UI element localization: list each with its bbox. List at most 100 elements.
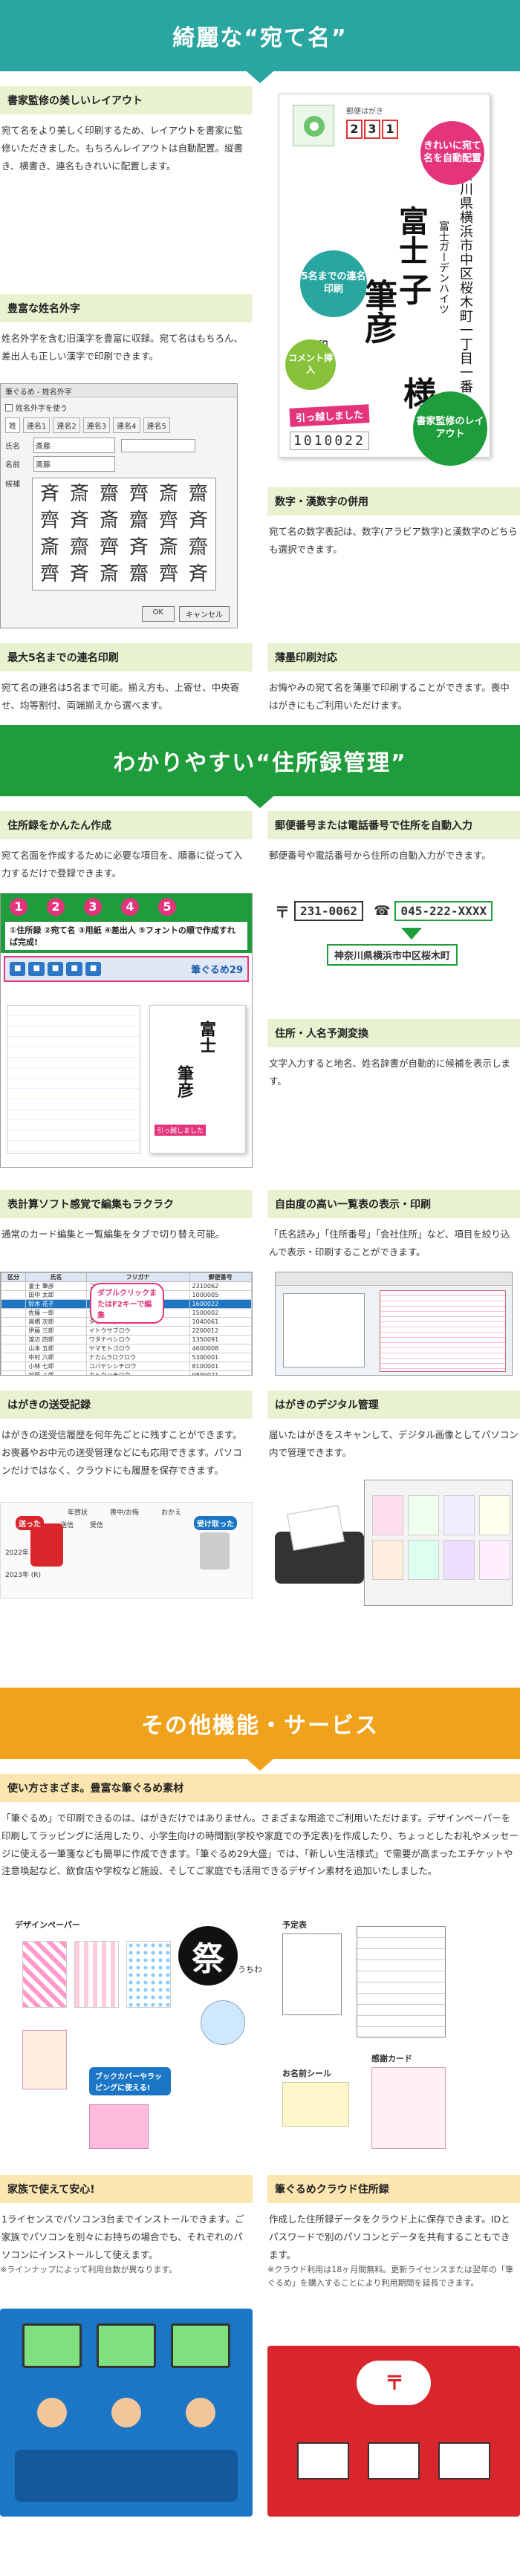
table-row[interactable]: 加藤 八郎 カトウハチロウ 9800021 — [1, 1370, 252, 1375]
table-cell[interactable]: 2200012 — [189, 1326, 252, 1336]
card-thumb[interactable] — [372, 1540, 403, 1580]
table-cell[interactable]: 1000005 — [189, 1290, 252, 1300]
toolbar-icon[interactable]: ■ — [28, 962, 45, 976]
tab-joint3[interactable]: 連名3 — [82, 417, 111, 433]
table-cell[interactable]: 山本 五郎 — [25, 1344, 87, 1353]
table-cell[interactable]: 1500002 — [189, 1308, 252, 1318]
kanji-candidate[interactable]: 斎 — [36, 535, 64, 560]
table-cell[interactable]: 高橋 次郎 — [25, 1317, 87, 1327]
kanji-candidate[interactable]: 斎 — [65, 481, 94, 507]
table-cell[interactable]: コバヤシシチロウ — [85, 1362, 190, 1371]
card-thumb[interactable] — [479, 1540, 510, 1580]
kanji-candidate[interactable]: 齋 — [125, 562, 153, 587]
table-row[interactable]: 中村 六郎 ナカムラロクロウ 5300001 — [1, 1353, 252, 1362]
kanji-candidate[interactable]: 齊 — [36, 562, 64, 587]
kanji-candidate[interactable]: 斎 — [95, 508, 123, 533]
table-cell[interactable]: 伊藤 三郎 — [25, 1326, 87, 1336]
table-cell[interactable]: 小林 七郎 — [25, 1362, 87, 1371]
table-cell[interactable]: 1600022 — [189, 1299, 252, 1309]
col-header[interactable]: 区分 — [1, 1272, 27, 1282]
step-5[interactable]: 5 — [158, 898, 176, 916]
table-cell[interactable]: 9800021 — [189, 1370, 252, 1375]
step-1[interactable]: 1 — [10, 898, 27, 916]
table-cell[interactable]: 2310062 — [189, 1281, 252, 1291]
tab-joint1[interactable]: 連名1 — [23, 417, 51, 433]
toolbar-icon[interactable]: ■ — [66, 962, 82, 976]
card-thumb[interactable] — [372, 1495, 403, 1535]
use-gaiji-checkbox[interactable] — [5, 403, 13, 412]
field1-input[interactable]: 斎藤 — [33, 438, 115, 453]
kanji-candidate[interactable]: 齋 — [184, 535, 212, 560]
table-cell[interactable]: 5300001 — [189, 1353, 252, 1362]
col-header[interactable]: フリガナ — [85, 1272, 190, 1282]
table-cell[interactable] — [1, 1335, 27, 1344]
cancel-button[interactable]: キャンセル — [179, 606, 230, 622]
table-cell[interactable]: ワタナベシロウ — [85, 1335, 190, 1344]
table-cell[interactable] — [1, 1317, 27, 1327]
table-cell[interactable]: 8100001 — [189, 1362, 252, 1371]
card-thumb[interactable] — [408, 1495, 439, 1535]
kanji-candidate[interactable]: 齊 — [155, 562, 183, 587]
step-3[interactable]: 3 — [84, 898, 102, 916]
table-cell[interactable]: 中村 六郎 — [25, 1353, 87, 1362]
table-cell[interactable]: ナカムラロクロウ — [85, 1353, 190, 1362]
kanji-candidate[interactable]: 齋 — [65, 535, 94, 560]
kanji-candidate[interactable]: 齊 — [95, 535, 123, 560]
card-thumb[interactable] — [443, 1540, 475, 1580]
table-cell[interactable]: 佐藤 一郎 — [25, 1308, 87, 1318]
tab-surname[interactable]: 姓 — [5, 417, 20, 433]
table-cell[interactable]: 富士 筆彦 — [25, 1281, 87, 1291]
step-4[interactable]: 4 — [121, 898, 139, 916]
table-cell[interactable]: 4600008 — [189, 1344, 252, 1353]
table-cell[interactable] — [1, 1290, 27, 1300]
kanji-candidate[interactable]: 斉 — [65, 562, 94, 587]
kanji-candidate[interactable]: 斉 — [184, 508, 212, 533]
kanji-candidate[interactable]: 斎 — [155, 535, 183, 560]
table-cell[interactable] — [1, 1362, 27, 1371]
kanji-candidate[interactable]: 齋 — [95, 481, 123, 507]
field2-input[interactable]: 斎藤 — [33, 456, 115, 472]
table-cell[interactable]: 1040061 — [189, 1317, 252, 1327]
kanji-candidate[interactable]: 齋 — [184, 481, 212, 507]
kanji-candidate[interactable]: 齊 — [155, 508, 183, 533]
table-cell[interactable] — [1, 1308, 27, 1318]
toolbar-icon[interactable]: ■ — [47, 962, 64, 976]
table-cell[interactable]: 田中 太郎 — [25, 1290, 87, 1300]
kanji-candidate[interactable]: 斎 — [155, 481, 183, 507]
kanji-candidate[interactable]: 齋 — [125, 508, 153, 533]
zip-field[interactable]: 231-0062 — [294, 901, 364, 921]
table-row[interactable]: 小林 七郎 コバヤシシチロウ 8100001 — [1, 1362, 252, 1371]
col-header[interactable]: 氏名 — [25, 1272, 87, 1282]
kanji-candidate[interactable]: 斉 — [125, 535, 153, 560]
kanji-candidate[interactable]: 齊 — [125, 481, 153, 507]
toolbar-icon[interactable]: ■ — [85, 962, 102, 976]
step-2[interactable]: 2 — [47, 898, 65, 916]
table-cell[interactable]: 1350091 — [189, 1335, 252, 1344]
table-cell[interactable]: 加藤 八郎 — [25, 1370, 87, 1375]
table-cell[interactable]: 渡辺 四郎 — [25, 1335, 87, 1344]
kanji-candidate[interactable]: 斎 — [95, 562, 123, 587]
table-cell[interactable]: カトウハチロウ — [85, 1370, 190, 1375]
tab-joint5[interactable]: 連名5 — [143, 417, 170, 433]
phone-field[interactable]: 045-222-XXXX — [394, 901, 493, 921]
card-thumb[interactable] — [479, 1495, 510, 1535]
table-cell[interactable] — [1, 1326, 27, 1336]
address-list[interactable] — [7, 1005, 140, 1154]
table-cell[interactable]: 鈴木 花子 — [25, 1299, 87, 1309]
table-cell[interactable] — [1, 1370, 27, 1375]
kanji-candidate[interactable]: 斉 — [184, 562, 212, 587]
table-row[interactable]: 山本 五郎 ヤマモトゴロウ 4600008 — [1, 1344, 252, 1353]
tab-joint4[interactable]: 連名4 — [113, 417, 140, 433]
tab-joint2[interactable]: 連名2 — [53, 417, 80, 433]
toolbar-icon[interactable]: ■ — [10, 962, 26, 976]
table-row[interactable]: 伊藤 三郎 イトウサブロウ 2200012 — [1, 1326, 252, 1336]
kanji-candidate[interactable]: 齊 — [36, 508, 64, 533]
field-selector[interactable] — [283, 1293, 365, 1367]
col-header[interactable]: 郵便番号 — [189, 1272, 252, 1282]
card-thumb[interactable] — [408, 1540, 439, 1580]
ok-button[interactable]: OK — [141, 606, 175, 622]
kanji-candidate[interactable]: 斉 — [65, 508, 94, 533]
table-cell[interactable] — [1, 1353, 27, 1362]
table-cell[interactable] — [1, 1344, 27, 1353]
table-row[interactable]: 渡辺 四郎 ワタナベシロウ 1350091 — [1, 1335, 252, 1344]
